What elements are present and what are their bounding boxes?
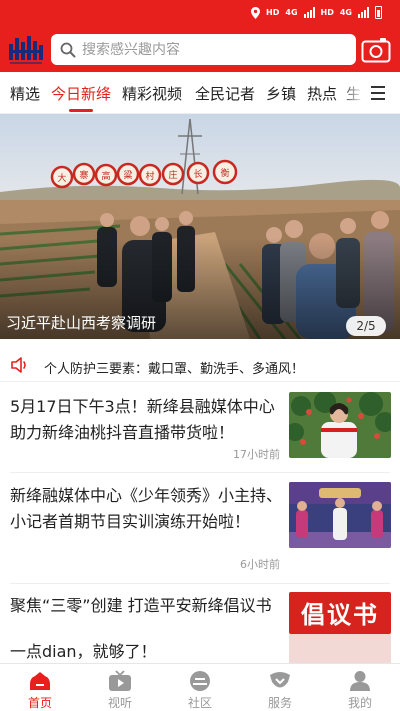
signal-icon: [303, 7, 315, 18]
battery-icon: [375, 6, 382, 19]
nav-home-label: 首页: [27, 696, 52, 710]
nav-audiovisual-label: 视听: [107, 696, 132, 710]
tab-today-xinjiang[interactable]: 今日新绛: [51, 83, 111, 104]
tab-citizen-reporter[interactable]: 全民记者: [195, 83, 255, 104]
home-icon: [30, 672, 50, 690]
nav-home[interactable]: 首页: [0, 664, 80, 711]
news-item[interactable]: 5月17日下午3点！新绛县融媒体中心助力新绛油桃抖音直播带货啦！ 17小时前: [0, 382, 400, 472]
tv-icon: [109, 670, 131, 691]
location-icon: [251, 6, 261, 19]
app-logo[interactable]: [8, 32, 46, 66]
banner-image: 大寨高粱村庄长衡: [0, 114, 400, 339]
news-title[interactable]: 聚焦“三零”创建 打造平安新绛倡议书: [10, 593, 282, 619]
search-input[interactable]: [82, 41, 332, 58]
signal-icon-2: [358, 7, 369, 18]
nav-profile-label: 我的: [347, 696, 372, 710]
carousel-counter: 2/5: [346, 316, 386, 336]
network-hd-label-2: HD: [320, 8, 334, 17]
news-title[interactable]: 新绛融媒体中心《少年领秀》小主持、小记者首期节目实训演练开始啦！: [10, 483, 282, 535]
search-icon: [60, 42, 76, 57]
active-tab-indicator: [69, 109, 93, 112]
network-4g-label-2: 4G: [339, 8, 352, 17]
news-thumbnail[interactable]: 倡议书: [289, 592, 391, 634]
network-hd-label: HD: [266, 8, 280, 17]
news-thumbnail[interactable]: [289, 392, 391, 458]
status-bar: HD 4G HD 4G: [0, 0, 400, 28]
nav-audiovisual[interactable]: 视听: [80, 664, 160, 711]
tab-videos[interactable]: 精彩视频: [122, 83, 182, 104]
news-time: 17小时前: [233, 448, 280, 461]
nav-community-label: 社区: [187, 696, 212, 710]
community-icon: [190, 671, 210, 691]
news-item[interactable]: 聚焦“三零”创建 打造平安新绛倡议书 倡议书: [0, 584, 400, 634]
news-time: 6小时前: [240, 558, 280, 571]
menu-icon[interactable]: [364, 84, 392, 102]
notice-text: 个人防护三要素：戴口罩、勤洗手、多通风！: [44, 362, 305, 377]
nav-profile[interactable]: 我的: [320, 664, 400, 711]
headline-carousel[interactable]: 大寨高粱村庄长衡 习近平赴山西考察调研 2/5: [0, 114, 400, 339]
app-header: [0, 28, 400, 72]
floating-banner-text: 一点dian，就够了！: [10, 642, 157, 661]
news-item[interactable]: 新绛融媒体中心《少年领秀》小主持、小记者首期节目实训演练开始啦！ 6小时前: [0, 473, 400, 583]
tab-towns[interactable]: 乡镇: [266, 83, 296, 104]
speaker-icon: [11, 357, 26, 373]
nav-community[interactable]: 社区: [160, 664, 240, 711]
search-bar[interactable]: [51, 34, 356, 65]
nav-services-label: 服务: [267, 696, 292, 710]
service-icon: [270, 672, 290, 688]
banner-caption: 习近平赴山西考察调研: [6, 314, 157, 332]
network-4g-label: 4G: [285, 8, 298, 17]
floating-banner[interactable]: 一点dian，就够了！: [0, 634, 400, 663]
nav-services[interactable]: 服务: [240, 664, 320, 711]
profile-icon: [350, 671, 370, 691]
tab-hot[interactable]: 热点: [307, 83, 337, 104]
tab-featured[interactable]: 精选: [10, 83, 40, 104]
news-thumbnail[interactable]: [289, 482, 391, 548]
bottom-navigation: 首页 视听 社区 服务 我的: [0, 663, 400, 711]
camera-icon[interactable]: [361, 36, 391, 64]
news-title[interactable]: 5月17日下午3点！新绛县融媒体中心助力新绛油桃抖音直播带货啦！: [10, 394, 282, 446]
category-tabs: 精选 今日新绛 精彩视频 全民记者 乡镇 热点 生: [0, 72, 400, 114]
